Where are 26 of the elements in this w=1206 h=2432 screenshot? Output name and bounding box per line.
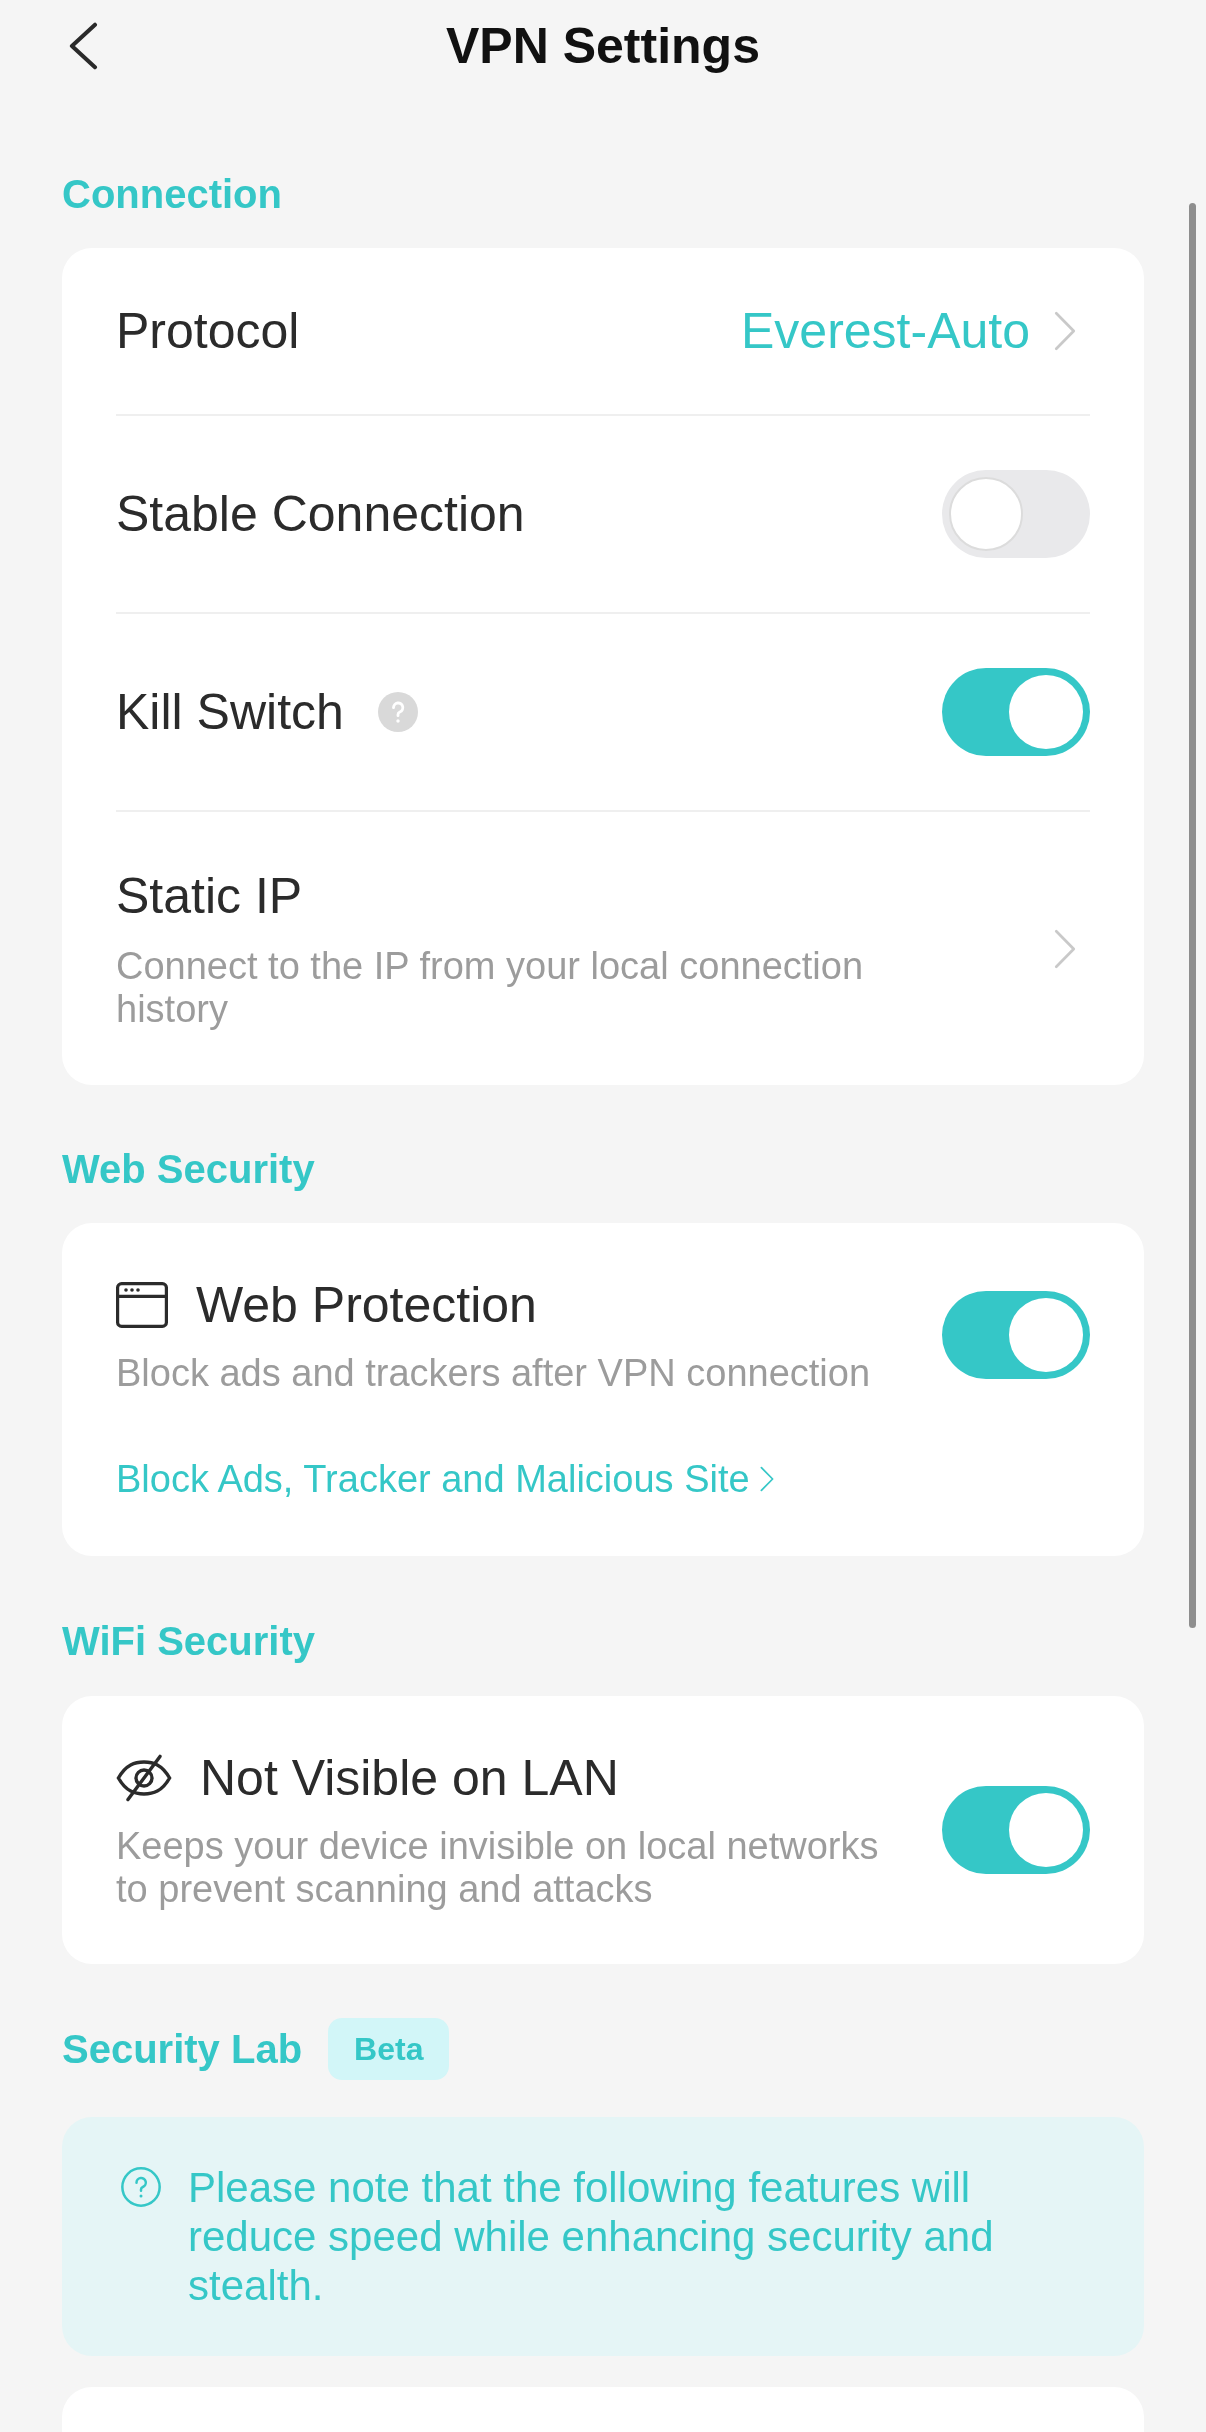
browser-window-icon bbox=[116, 1282, 168, 1328]
beta-badge: Beta bbox=[328, 2018, 450, 2080]
chevron-right-icon bbox=[1054, 928, 1076, 969]
chevron-right-icon bbox=[759, 1466, 774, 1492]
feature-title: Not Visible on LAN bbox=[200, 1749, 619, 1808]
setting-description: Connect to the IP from your local connection history bbox=[116, 945, 865, 1031]
question-circle-icon bbox=[121, 2167, 161, 2207]
page-title: VPN Settings bbox=[446, 17, 760, 76]
feature-title: Web Protection bbox=[196, 1276, 537, 1335]
feature-description: Keeps your device invisible on local networks to prevent scanning and attacks bbox=[116, 1825, 880, 1911]
note-text: Please note that the following features will reduce speed while enhancing security and stealth. bbox=[188, 2163, 995, 2310]
setting-label: Protocol bbox=[116, 302, 300, 361]
section-title: Connection bbox=[62, 171, 282, 218]
setting-label: Stable Connection bbox=[116, 485, 525, 544]
eye-off-icon bbox=[116, 1754, 172, 1802]
feature-description: Block ads and trackers after VPN connection bbox=[116, 1352, 872, 1395]
setting-label: Kill Switch bbox=[116, 683, 344, 742]
setting-label: Static IP bbox=[116, 867, 303, 926]
section-title: Security Lab bbox=[62, 2026, 303, 2073]
section-title: Web Security bbox=[62, 1146, 315, 1193]
chevron-right-icon bbox=[1054, 311, 1076, 351]
chevron-left-icon bbox=[68, 22, 98, 70]
settings-link[interactable]: Block Ads, Tracker and Malicious Site bbox=[116, 1455, 774, 1503]
setting-value[interactable]: Everest-Auto bbox=[741, 301, 1030, 361]
help-icon[interactable] bbox=[377, 692, 418, 732]
section-title: WiFi Security bbox=[62, 1618, 316, 1665]
